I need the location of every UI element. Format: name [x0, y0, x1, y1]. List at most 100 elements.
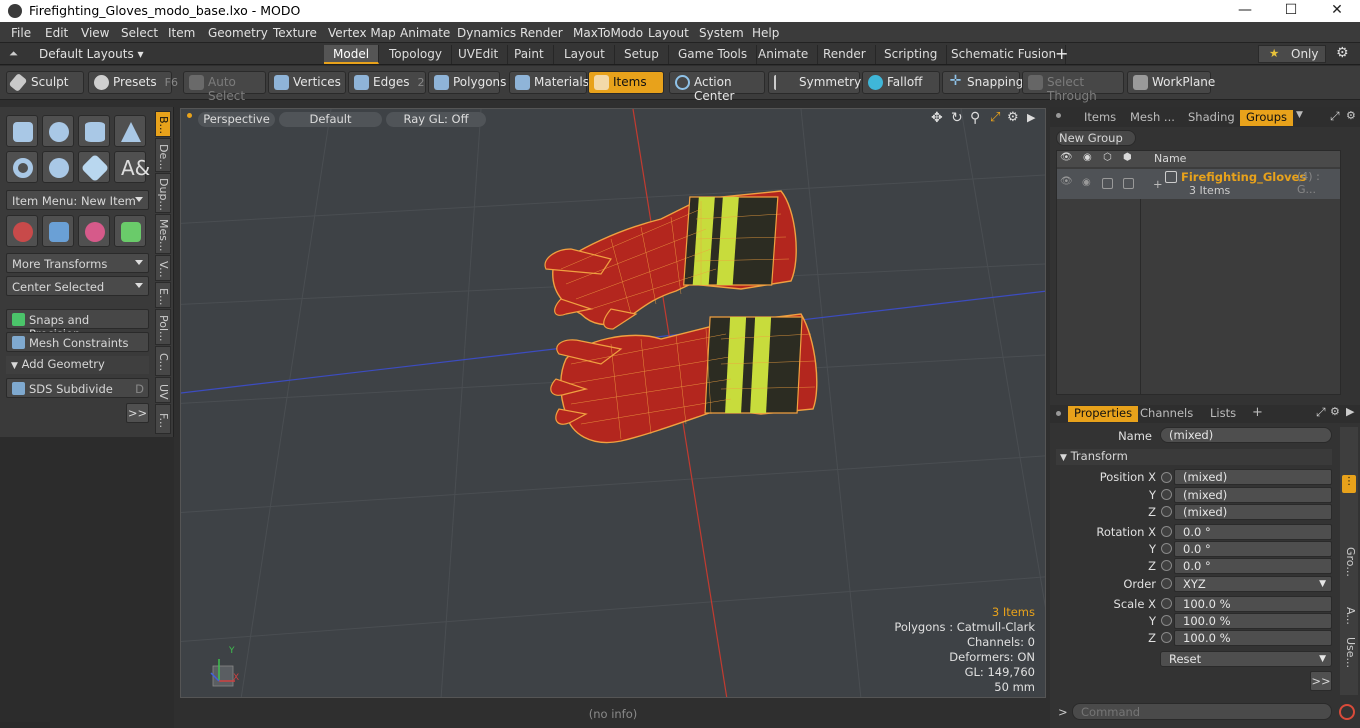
position-y-key-dot[interactable] — [1161, 489, 1172, 500]
scale-y-field[interactable]: 100.0 % — [1174, 613, 1332, 629]
menu-edit[interactable]: Edit — [45, 26, 68, 40]
tab-channels[interactable]: Channels — [1134, 406, 1199, 422]
scale-z-field[interactable]: 100.0 % — [1174, 630, 1332, 646]
tab-model[interactable]: Model — [324, 45, 380, 64]
new-group-button[interactable]: New Group — [1056, 130, 1136, 146]
tab-animate[interactable]: Animate — [749, 45, 819, 64]
row-select-checkbox[interactable] — [1123, 178, 1134, 189]
snapping-button[interactable]: ✛ Snapping — [942, 71, 1023, 94]
vtab-fusion[interactable]: F... — [155, 404, 171, 434]
cone-tool[interactable] — [114, 115, 146, 147]
shading-dropdown[interactable]: Default — [279, 112, 382, 127]
text-tool[interactable]: A& — [114, 151, 150, 183]
position-y-field[interactable]: (mixed) — [1174, 487, 1332, 503]
vtab-uv[interactable]: UV — [155, 377, 171, 403]
lower-glove[interactable] — [550, 313, 818, 444]
pen-tool[interactable] — [78, 151, 110, 183]
props-gear-icon[interactable]: ⚙ — [1330, 405, 1340, 418]
position-x-key-dot[interactable] — [1161, 472, 1172, 483]
tab-mesh[interactable]: Mesh ... — [1124, 110, 1181, 126]
tab-layout[interactable]: Layout — [555, 45, 615, 64]
vtab-curve[interactable]: C... — [155, 346, 171, 376]
vtab-vertex[interactable]: V... — [155, 255, 171, 281]
position-z-key-dot[interactable] — [1161, 506, 1172, 517]
position-z-field[interactable]: (mixed) — [1174, 504, 1332, 520]
menu-geometry[interactable]: Geometry — [208, 26, 268, 40]
menu-help[interactable]: Help — [752, 26, 779, 40]
scale-y-key-dot[interactable] — [1161, 615, 1172, 626]
scale-x-key-dot[interactable] — [1161, 598, 1172, 609]
zoom-icon[interactable]: ⚲ — [970, 110, 980, 126]
render-icon[interactable]: ◉ — [1083, 152, 1092, 163]
edges-button[interactable]: Edges 2 — [348, 71, 426, 94]
upper-glove[interactable] — [544, 190, 797, 330]
add-tab-icon[interactable]: + — [1055, 44, 1068, 63]
expand-plus-icon[interactable]: + — [1153, 177, 1163, 191]
select-through-button[interactable]: Select Through — [1022, 71, 1124, 103]
sculpt-button[interactable]: Sculpt — [6, 71, 84, 94]
props-menu-dot[interactable] — [1056, 411, 1061, 416]
tab-setup[interactable]: Setup — [615, 45, 669, 64]
menu-maxtomodo[interactable]: MaxToModo — [573, 26, 643, 40]
3d-viewport[interactable]: Perspective Default Ray GL: Off ✥ ↻ ⚲ ⤢ … — [180, 108, 1046, 698]
side-tab-user[interactable]: Use... — [1341, 637, 1357, 668]
workplane-button[interactable]: WorkPlane — [1127, 71, 1215, 94]
vtab-edge[interactable]: E... — [155, 282, 171, 308]
transform-tool[interactable] — [42, 215, 74, 247]
row-eye-icon[interactable]: 👁 — [1060, 176, 1073, 187]
tab-schematic-fusion[interactable]: Schematic Fusion — [942, 45, 1067, 64]
position-x-field[interactable]: (mixed) — [1174, 469, 1332, 485]
rotation-x-field[interactable]: 0.0 ° — [1174, 524, 1332, 540]
panel-menu-dot[interactable] — [1056, 113, 1061, 118]
props-expand-icon[interactable]: ⤢ — [1316, 405, 1326, 420]
props-more-icon[interactable]: ▶ — [1346, 405, 1354, 418]
auto-select-button[interactable]: Auto Select — [183, 71, 266, 103]
vtab-mesh-edit[interactable]: Mes... — [155, 214, 171, 254]
menu-animate[interactable]: Animate — [400, 26, 450, 40]
tab-paint[interactable]: Paint — [505, 45, 554, 64]
capsule-tool[interactable] — [42, 151, 74, 183]
menu-select[interactable]: Select — [121, 26, 158, 40]
transform-header[interactable]: ▼ Transform — [1056, 449, 1332, 465]
raygl-toggle[interactable]: Ray GL: Off — [386, 112, 486, 127]
rotation-y-field[interactable]: 0.0 ° — [1174, 541, 1332, 557]
order-key-dot[interactable] — [1161, 578, 1172, 589]
scale-tool[interactable] — [114, 215, 146, 247]
cylinder-tool[interactable] — [78, 115, 110, 147]
mesh-constraints-button[interactable]: Mesh Constraints — [6, 332, 149, 352]
polygons-button[interactable]: Polygons — [428, 71, 506, 94]
viewport-canvas[interactable] — [181, 109, 1046, 698]
rotate-tool[interactable] — [78, 215, 110, 247]
add-props-tab-icon[interactable]: + — [1252, 405, 1263, 420]
name-field[interactable]: (mixed) — [1160, 427, 1332, 443]
menu-system[interactable]: System — [699, 26, 744, 40]
vtab-polygon[interactable]: Pol... — [155, 309, 171, 345]
tab-shading[interactable]: Shading — [1182, 110, 1241, 126]
scale-z-key-dot[interactable] — [1161, 632, 1172, 643]
cube-tool[interactable] — [6, 115, 38, 147]
select-icon[interactable]: ⬢ — [1123, 152, 1132, 163]
tab-topology[interactable]: Topology — [380, 45, 452, 64]
viewport-expand-icon[interactable]: ▶ — [1027, 111, 1035, 124]
pan-icon[interactable]: ✥ — [931, 110, 943, 126]
menu-layout[interactable]: Layout — [648, 26, 689, 40]
reset-dropdown[interactable]: Reset ▼ — [1160, 651, 1332, 667]
menu-render[interactable]: Render — [520, 26, 563, 40]
row-lock-checkbox[interactable] — [1102, 178, 1113, 189]
visibility-eye-icon[interactable]: 👁 — [1060, 152, 1073, 163]
tab-uvedit[interactable]: UVEdit — [449, 45, 509, 64]
center-selected-dropdown[interactable]: Center Selected — [6, 276, 149, 296]
tab-lists[interactable]: Lists — [1204, 406, 1242, 422]
collapse-up-icon[interactable]: ⏶ — [9, 47, 18, 61]
action-center-button[interactable]: Action Center — [669, 71, 765, 103]
command-input[interactable] — [1072, 703, 1332, 720]
tab-groups[interactable]: Groups — [1240, 110, 1294, 126]
orbit-icon[interactable]: ↻ — [951, 110, 963, 126]
snaps-precision-button[interactable]: Snaps and Precision — [6, 309, 149, 341]
more-transforms-dropdown[interactable]: More Transforms — [6, 253, 149, 273]
falloff-button[interactable]: Falloff — [862, 71, 940, 94]
menu-texture[interactable]: Texture — [273, 26, 317, 40]
menu-view[interactable]: View — [81, 26, 109, 40]
sphere-tool[interactable] — [42, 115, 74, 147]
panel-gear-icon[interactable]: ⚙ — [1346, 109, 1356, 122]
